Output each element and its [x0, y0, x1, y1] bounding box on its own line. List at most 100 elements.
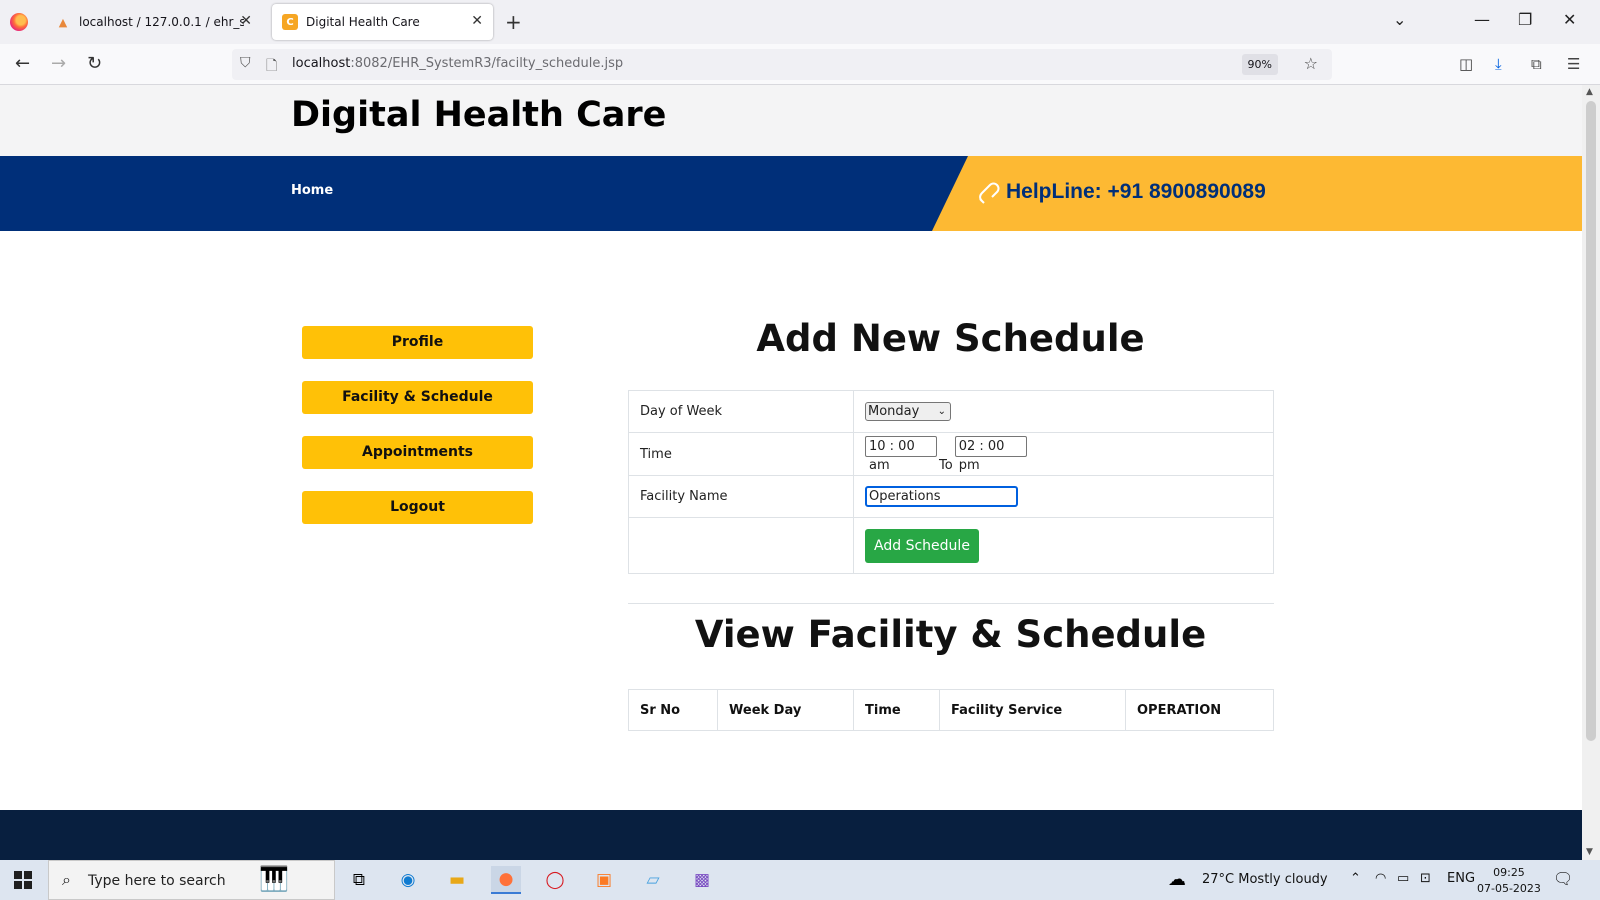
sidebar-item-facility-schedule[interactable]: Facility & Schedule [302, 381, 533, 414]
time-separator: To [939, 457, 953, 473]
download-icon[interactable]: ⤓ [1495, 55, 1502, 73]
back-icon[interactable]: ← [15, 53, 30, 74]
battery-icon[interactable]: ▭ [1397, 871, 1409, 886]
column-header-facility-service: Facility Service [939, 689, 1126, 731]
address-bar[interactable]: ⛉ 🗋 localhost:8082/EHR_SystemR3/facilty_… [232, 49, 1332, 80]
language-indicator[interactable]: ENG [1447, 871, 1475, 886]
forward-icon[interactable]: → [51, 53, 66, 74]
submit-cell: Add Schedule [853, 517, 1274, 574]
search-placeholder: Type here to search [88, 873, 226, 889]
scroll-up-icon[interactable]: ▲ [1586, 87, 1593, 97]
site-icon: C [282, 14, 298, 30]
column-header-time: Time [853, 689, 940, 731]
helpline-text: HelpLine: +91 8900890089 [1006, 180, 1266, 203]
network-icon[interactable]: ◠ [1375, 871, 1386, 886]
column-header-operation: OPERATION [1125, 689, 1274, 731]
search-icon: ⌕ [62, 870, 71, 889]
notification-icon[interactable]: 🗨 [1553, 869, 1573, 888]
site-header: Digital Health Care [0, 85, 1582, 156]
page-scrollbar[interactable]: ▲ ▼ [1582, 85, 1600, 860]
tab-phpmyadmin[interactable]: ▲ localhost / 127.0.0.1 / ehr_system ✕ [45, 4, 262, 40]
view-schedule-heading: View Facility & Schedule [694, 613, 1207, 656]
site-nav-band: Home HelpLine: +91 8900890089 [0, 156, 1582, 231]
weather-text[interactable]: 27°C Mostly cloudy [1202, 872, 1328, 887]
tracking-shield-icon[interactable]: ⛉ [240, 55, 251, 71]
add-schedule-heading: Add New Schedule [756, 317, 1145, 360]
clock-time: 09:25 [1493, 866, 1525, 879]
opera-icon[interactable]: ◯ [540, 866, 570, 894]
table-header-row: Sr No Week Day Time Facility Service OPE… [628, 689, 1274, 731]
add-schedule-form: Day of Week Monday ⌄ Time 10 : 00 am To02 … [628, 390, 1274, 574]
bookmark-star-icon[interactable]: ☆ [1304, 54, 1318, 73]
facility-name-label: Facility Name [628, 475, 854, 518]
windows-taskbar: ⌕ Type here to search 🎹 ⧉ ◉ ▬ ● ◯ ▣ ▱ ▩ … [0, 860, 1600, 900]
column-header-sr-no: Sr No [628, 689, 718, 731]
form-row-facility: Facility Name Operations [628, 475, 1274, 518]
menu-icon[interactable]: ☰ [1567, 55, 1580, 73]
time-to-input[interactable]: 02 : 00 pm [954, 435, 1027, 473]
sidebar-item-appointments[interactable]: Appointments [302, 436, 533, 469]
column-header-week-day: Week Day [717, 689, 854, 731]
day-cell: Monday ⌄ [853, 390, 1274, 433]
reload-icon[interactable]: ↻ [87, 53, 102, 74]
site-title: Digital Health Care [291, 95, 667, 135]
pocket-icon[interactable]: ◫ [1459, 55, 1473, 73]
site-footer [0, 810, 1582, 860]
notepad-icon[interactable]: ▱ [638, 866, 668, 894]
weather-cloudy-icon[interactable]: ☁ [1168, 869, 1186, 890]
task-view-icon[interactable]: ⧉ [344, 866, 374, 894]
tab-title: Digital Health Care [306, 15, 420, 29]
minimize-icon[interactable]: — [1474, 10, 1490, 29]
scrollbar-thumb[interactable] [1586, 101, 1596, 741]
scroll-down-icon[interactable]: ▼ [1586, 847, 1593, 857]
close-icon[interactable]: ✕ [240, 13, 252, 29]
day-of-week-select[interactable]: Monday ⌄ [865, 402, 951, 421]
tab-digital-health-care[interactable]: C Digital Health Care ✕ [272, 4, 493, 40]
chevron-down-icon: ⌄ [937, 406, 946, 417]
extensions-icon[interactable]: ⧉ [1531, 55, 1542, 73]
day-of-week-value: Monday [868, 404, 920, 419]
xampp-icon[interactable]: ▣ [589, 866, 619, 894]
url-host: localhost [292, 56, 351, 71]
clock-date: 07-05-2023 [1477, 882, 1541, 895]
new-tab-icon[interactable]: + [505, 10, 522, 34]
edge-icon[interactable]: ◉ [393, 866, 423, 894]
page-info-icon[interactable]: 🗋 [266, 55, 277, 79]
page-viewport: Digital Health Care Home HelpLine: +91 8… [0, 85, 1582, 860]
form-row-time: Time 10 : 00 am To02 : 00 pm [628, 432, 1274, 476]
sidebar-item-profile[interactable]: Profile [302, 326, 533, 359]
firefox-icon[interactable] [10, 13, 28, 31]
url-path: :8082/EHR_SystemR3/facilty_schedule.jsp [350, 56, 624, 71]
form-row-day: Day of Week Monday ⌄ [628, 390, 1274, 433]
system-clock[interactable]: 09:25 07-05-2023 [1477, 865, 1541, 897]
schedule-table: Sr No Week Day Time Facility Service OPE… [628, 689, 1274, 731]
facility-name-input[interactable]: Operations [865, 486, 1018, 507]
time-cell: 10 : 00 am To02 : 00 pm [853, 432, 1274, 476]
tab-title: localhost / 127.0.0.1 / ehr_system [79, 15, 244, 29]
day-label: Day of Week [628, 390, 854, 433]
meet-now-icon[interactable]: ⊡ [1420, 871, 1431, 886]
taskbar-search[interactable]: ⌕ Type here to search 🎹 [48, 860, 335, 900]
close-window-icon[interactable]: ✕ [1563, 10, 1576, 29]
zoom-level[interactable]: 90% [1241, 54, 1278, 75]
list-all-tabs-icon[interactable]: ⌄ [1393, 10, 1406, 29]
time-label: Time [628, 432, 854, 476]
firefox-taskbar-icon[interactable]: ● [491, 866, 521, 894]
search-highlight-icon: 🎹 [259, 865, 289, 893]
app-icon[interactable]: ▩ [687, 866, 717, 894]
nav-home-link[interactable]: Home [291, 183, 333, 198]
windows-start-icon[interactable] [14, 871, 32, 889]
phpmyadmin-icon: ▲ [58, 15, 68, 29]
chevron-up-icon[interactable]: ⌃ [1350, 871, 1361, 886]
url-text[interactable]: localhost:8082/EHR_SystemR3/facilty_sche… [292, 56, 623, 71]
file-explorer-icon[interactable]: ▬ [442, 866, 472, 894]
browser-toolbar: ← → ↻ ⛉ 🗋 localhost:8082/EHR_SystemR3/fa… [0, 44, 1600, 85]
time-from-input[interactable]: 10 : 00 am [865, 435, 937, 473]
facility-cell: Operations [853, 475, 1274, 518]
close-icon[interactable]: ✕ [471, 13, 483, 29]
sidebar-item-logout[interactable]: Logout [302, 491, 533, 524]
section-divider [628, 603, 1274, 604]
restore-icon[interactable]: ❐ [1518, 10, 1532, 29]
add-schedule-button[interactable]: Add Schedule [865, 528, 979, 563]
phone-icon [979, 182, 1000, 204]
